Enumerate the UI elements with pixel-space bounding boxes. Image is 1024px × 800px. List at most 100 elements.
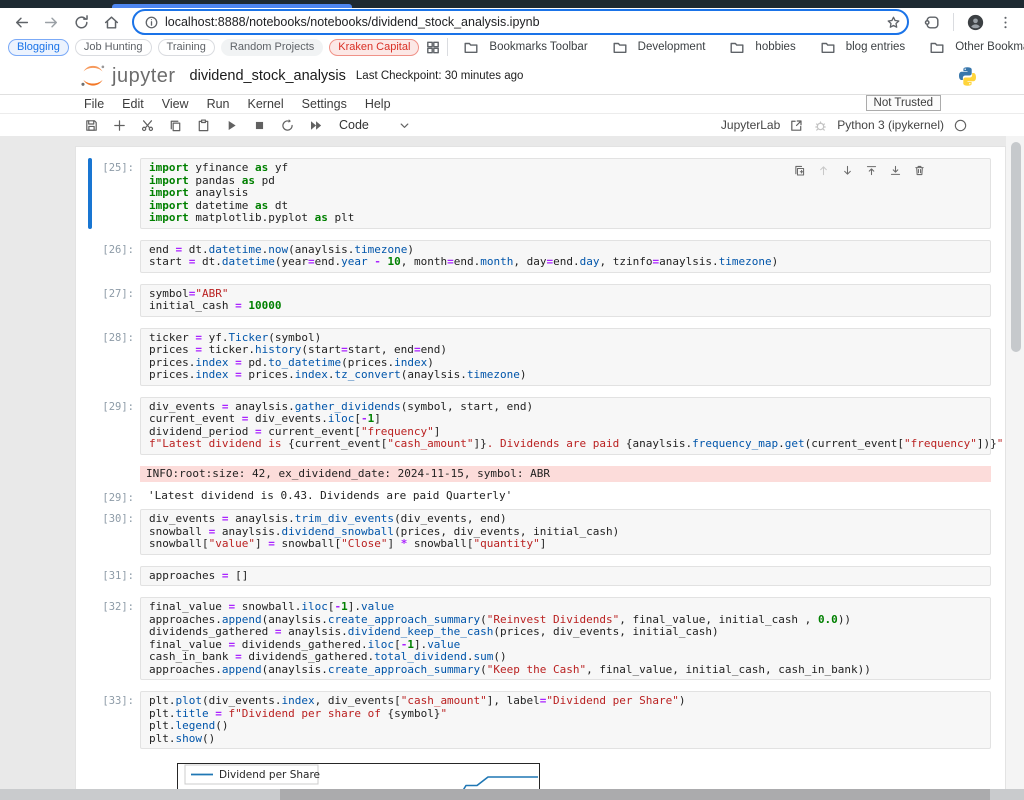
cell-output-prompt bbox=[88, 466, 140, 483]
cell-input-prompt: [28]: bbox=[88, 328, 140, 386]
external-link-icon[interactable] bbox=[789, 118, 804, 133]
folder-icon bbox=[729, 39, 745, 55]
bookmark-folder-label: Other Bookmarks bbox=[955, 41, 1024, 53]
code-cell: [26]:end = dt.datetime.now(anaylsis.time… bbox=[88, 240, 991, 273]
tab-groups-icon[interactable] bbox=[425, 39, 441, 55]
bookmark-folder-label: blog entries bbox=[846, 41, 905, 53]
tab-group-chips: Blogging Job Hunting Training Random Projec… bbox=[8, 39, 419, 56]
cell-type-dropdown[interactable]: Code bbox=[339, 118, 369, 132]
folder-icon bbox=[929, 39, 945, 55]
jupyter-logo bbox=[80, 64, 106, 88]
folder-icon bbox=[820, 39, 836, 55]
code-line: import matplotlib.pyplot as plt bbox=[149, 212, 982, 225]
trust-indicator[interactable]: Not Trusted bbox=[866, 95, 941, 111]
profile-avatar[interactable] bbox=[966, 13, 984, 31]
cut-icon[interactable] bbox=[140, 118, 155, 133]
url-text[interactable]: localhost:8888/notebooks/notebooks/divid… bbox=[165, 15, 876, 29]
move-up-icon[interactable] bbox=[817, 164, 830, 177]
move-down-icon[interactable] bbox=[841, 164, 854, 177]
stop-icon[interactable] bbox=[252, 118, 267, 133]
code-cell: [28]:ticker = yf.Ticker(symbol)prices = … bbox=[88, 328, 991, 386]
kernel-name[interactable]: Python 3 (ipykernel) bbox=[837, 118, 944, 132]
stderr-output: INFO:root:size: 42, ex_dividend_date: 20… bbox=[140, 466, 991, 483]
tab-group-chip-random-projects[interactable]: Random Projects bbox=[221, 39, 323, 56]
bookmark-folder-hobbies[interactable]: hobbies bbox=[723, 39, 795, 55]
menu-bar: FileEditViewRunKernelSettingsHelp Not Tr… bbox=[0, 95, 1024, 114]
cell-input-prompt: [30]: bbox=[88, 509, 140, 555]
tab-group-chip-blogging[interactable]: Blogging bbox=[8, 39, 69, 56]
delete-cell-icon[interactable] bbox=[913, 164, 926, 177]
cell-input[interactable]: plt.plot(div_events.index, div_events["c… bbox=[140, 691, 991, 749]
cell-input-prompt: [33]: bbox=[88, 691, 140, 749]
add-icon[interactable] bbox=[112, 118, 127, 133]
cell-input[interactable]: ticker = yf.Ticker(symbol)prices = ticke… bbox=[140, 328, 991, 386]
menu-settings[interactable]: Settings bbox=[293, 97, 356, 111]
tab-group-chip-job-hunting[interactable]: Job Hunting bbox=[75, 39, 152, 56]
code-line: plt.show() bbox=[149, 733, 982, 746]
cell-input[interactable]: symbol="ABR"initial_cash = 10000 bbox=[140, 284, 991, 317]
home-icon[interactable] bbox=[102, 13, 120, 31]
save-icon[interactable] bbox=[84, 118, 99, 133]
divider bbox=[953, 13, 954, 31]
cell-input[interactable]: import yfinance as yfimport pandas as pd… bbox=[140, 158, 991, 229]
vertical-scrollbar-track[interactable] bbox=[1006, 136, 1024, 800]
duplicate-cell-icon[interactable] bbox=[793, 164, 806, 177]
tab-group-chip-training[interactable]: Training bbox=[158, 39, 215, 56]
chevron-down-icon[interactable] bbox=[397, 118, 412, 133]
code-cell: [25]:import yfinance as yfimport pandas … bbox=[88, 158, 991, 229]
reload-icon[interactable] bbox=[72, 13, 90, 31]
vertical-scrollbar-thumb[interactable] bbox=[1011, 142, 1021, 352]
code-line: approaches.append(anaylsis.create_approa… bbox=[149, 664, 982, 677]
menu-edit[interactable]: Edit bbox=[113, 97, 153, 111]
page-info-icon[interactable] bbox=[144, 15, 159, 30]
debugger-bug-icon[interactable] bbox=[813, 118, 828, 133]
back-icon[interactable] bbox=[12, 13, 30, 31]
cell-output-row: [29]:'Latest dividend is 0.43. Dividends… bbox=[88, 488, 991, 504]
jupyterlab-link[interactable]: JupyterLab bbox=[721, 118, 780, 132]
code-cell: [31]:approaches = [] bbox=[88, 566, 991, 587]
forward-icon[interactable] bbox=[42, 13, 60, 31]
cell-input[interactable]: end = dt.datetime.now(anaylsis.timezone)… bbox=[140, 240, 991, 273]
cell-toolbar bbox=[793, 164, 926, 177]
browser-menu-icon[interactable] bbox=[996, 13, 1014, 31]
menu-view[interactable]: View bbox=[153, 97, 198, 111]
bookmark-folder-other-bookmarks[interactable]: Other Bookmarks bbox=[923, 39, 1024, 55]
insert-above-icon[interactable] bbox=[865, 164, 878, 177]
bookmark-folder-development[interactable]: Development bbox=[606, 39, 706, 55]
notebook-title[interactable]: dividend_stock_analysis bbox=[190, 68, 346, 84]
restart-icon[interactable] bbox=[280, 118, 295, 133]
run-all-icon[interactable] bbox=[308, 118, 323, 133]
cell-input[interactable]: approaches = [] bbox=[140, 566, 991, 587]
bookmark-star-icon[interactable] bbox=[886, 15, 901, 30]
tab-group-chip-kraken-capital[interactable]: Kraken Capital bbox=[329, 39, 419, 56]
horizontal-scrollbar-track[interactable] bbox=[0, 789, 1024, 800]
code-cell: [29]:div_events = anaylsis.gather_divide… bbox=[88, 397, 991, 455]
cell-input[interactable]: div_events = anaylsis.trim_div_events(di… bbox=[140, 509, 991, 555]
menu-file[interactable]: File bbox=[84, 97, 113, 111]
horizontal-scrollbar-thumb[interactable] bbox=[280, 789, 990, 800]
code-cell: [30]:div_events = anaylsis.trim_div_even… bbox=[88, 509, 991, 555]
insert-below-icon[interactable] bbox=[889, 164, 902, 177]
folder-icon bbox=[463, 39, 479, 55]
bookmark-folder-blog-entries[interactable]: blog entries bbox=[814, 39, 905, 55]
bookmark-folder-bookmarks-toolbar[interactable]: Bookmarks Toolbar bbox=[457, 39, 587, 55]
bookmark-folder-label: Development bbox=[638, 41, 706, 53]
copy-icon[interactable] bbox=[168, 118, 183, 133]
menu-kernel[interactable]: Kernel bbox=[239, 97, 293, 111]
paste-icon[interactable] bbox=[196, 118, 211, 133]
cell-output-prompt: [29]: bbox=[88, 488, 140, 504]
run-icon[interactable] bbox=[224, 118, 239, 133]
menu-help[interactable]: Help bbox=[356, 97, 400, 111]
code-line: start = dt.datetime(year=end.year - 10, … bbox=[149, 256, 982, 269]
cell-input[interactable]: div_events = anaylsis.gather_dividends(s… bbox=[140, 397, 991, 455]
cell-input-prompt: [32]: bbox=[88, 597, 140, 680]
code-cell: [32]:final_value = snowball.iloc[-1].val… bbox=[88, 597, 991, 680]
code-line: plt.title = f"Dividend per share of {sym… bbox=[149, 708, 982, 721]
menu-run[interactable]: Run bbox=[198, 97, 239, 111]
bookmark-folders: Bookmarks Toolbar Development hobbies blog … bbox=[448, 39, 1024, 55]
cell-input[interactable]: final_value = snowball.iloc[-1].valueapp… bbox=[140, 597, 991, 680]
url-bar[interactable]: localhost:8888/notebooks/notebooks/divid… bbox=[132, 9, 909, 35]
code-line: f"Latest dividend is {current_event["cas… bbox=[149, 438, 982, 451]
code-line: initial_cash = 10000 bbox=[149, 300, 982, 313]
extensions-icon[interactable] bbox=[923, 13, 941, 31]
